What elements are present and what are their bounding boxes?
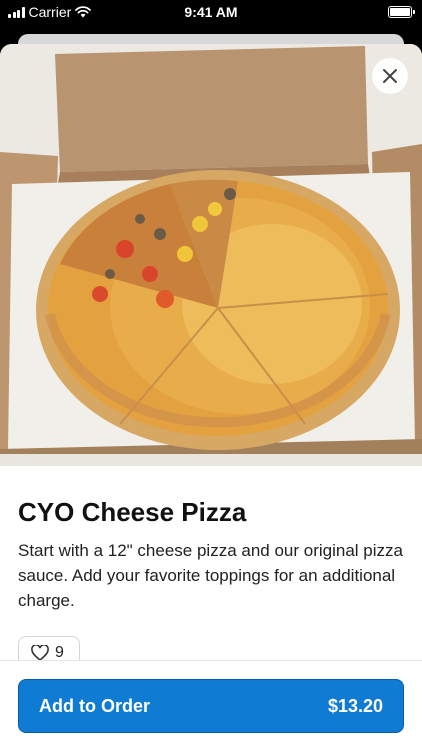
footer-bar: Add to Order $13.20 — [0, 660, 422, 750]
item-description: Start with a 12" cheese pizza and our or… — [18, 541, 403, 610]
battery-icon — [388, 6, 415, 18]
close-button[interactable] — [372, 58, 408, 94]
item-detail-modal: CYO Cheese Pizza Start with a 12" cheese… — [0, 44, 422, 750]
item-photo — [0, 44, 422, 466]
item-content: CYO Cheese Pizza Start with a 12" cheese… — [18, 496, 404, 613]
heart-icon — [31, 645, 49, 661]
add-to-order-label: Add to Order — [39, 695, 150, 716]
item-title: CYO Cheese Pizza — [18, 497, 247, 527]
close-icon — [383, 69, 397, 83]
status-bar: Carrier 9:41 AM — [0, 0, 422, 26]
status-time: 9:41 AM — [184, 4, 238, 20]
add-to-order-button[interactable]: Add to Order $13.20 — [18, 679, 404, 733]
order-price: $13.20 — [327, 695, 383, 716]
battery-fill — [390, 8, 410, 16]
